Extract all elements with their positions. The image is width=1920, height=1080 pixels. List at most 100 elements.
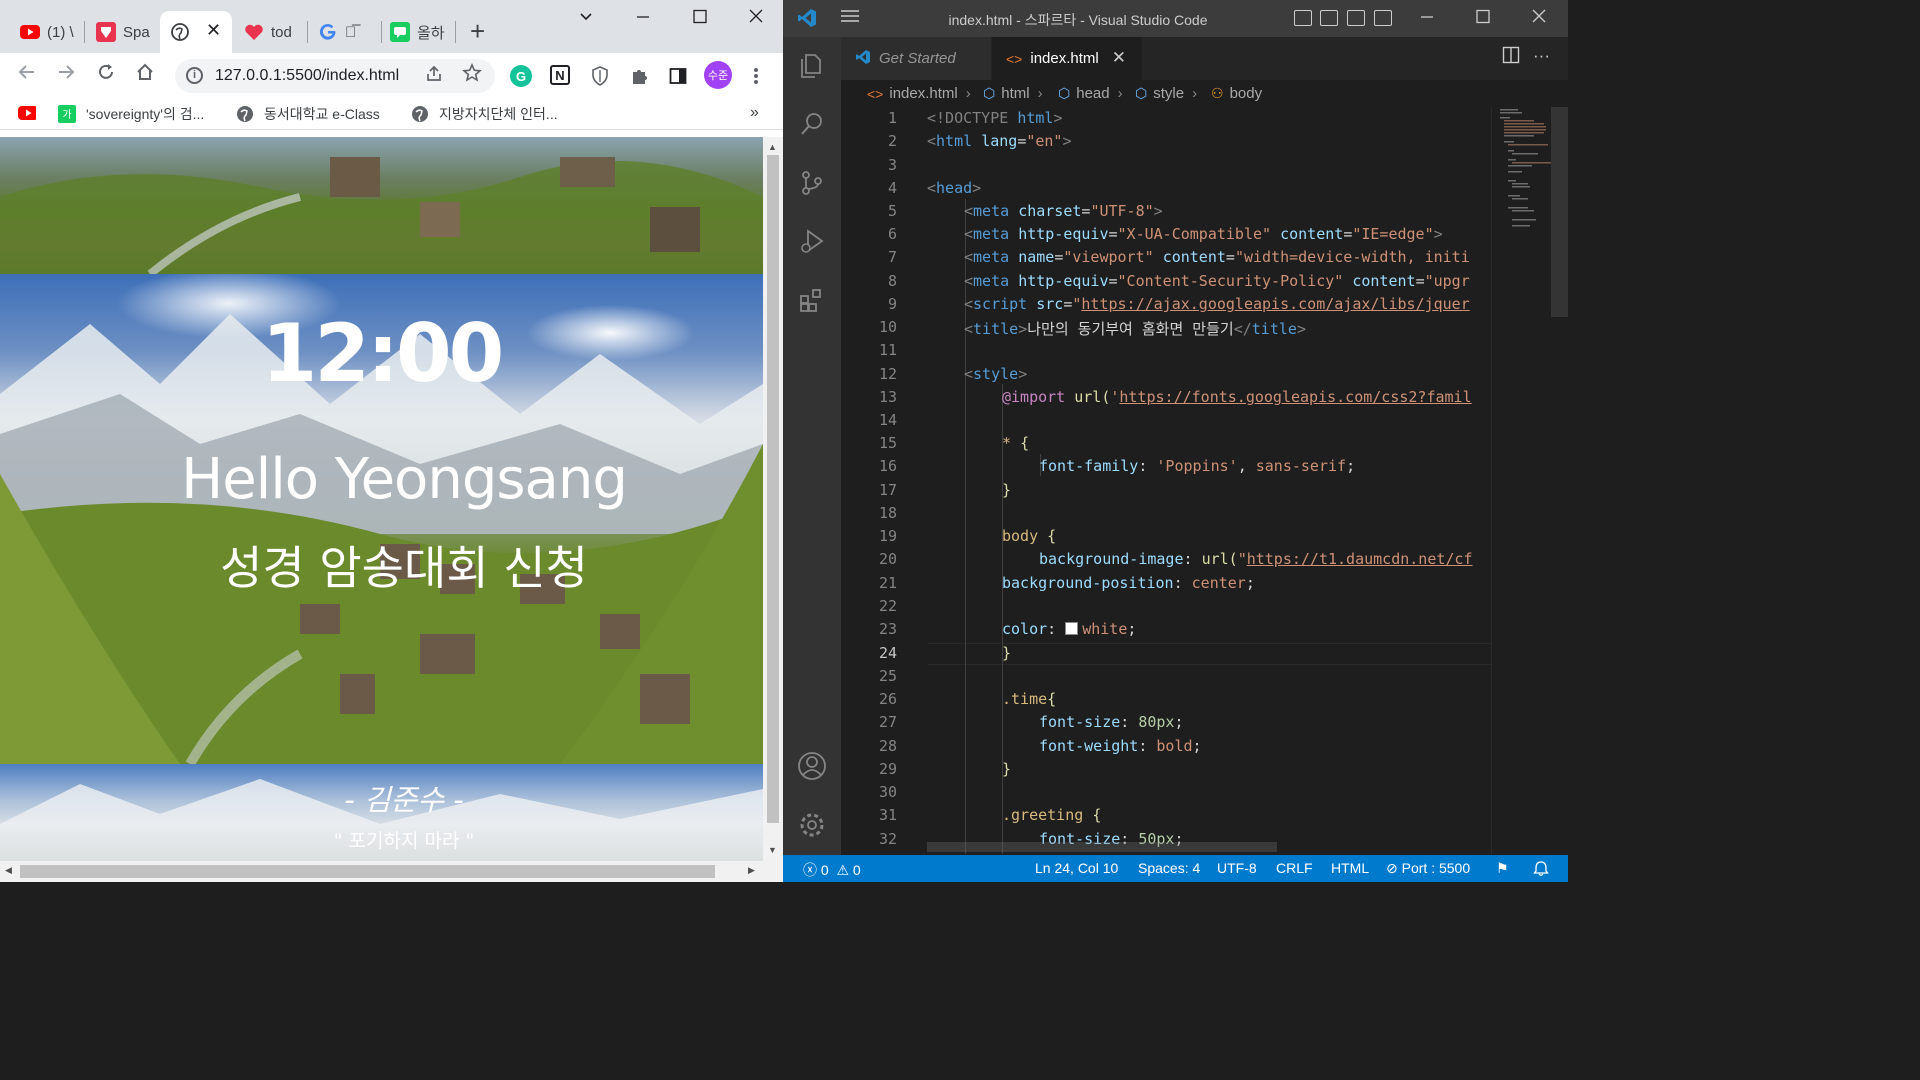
back-icon[interactable] [17,62,37,88]
bookmark-eclass[interactable]: 동서대학교 e-Class [236,104,380,124]
page-vertical-scrollbar[interactable]: ▲ ▼ [763,137,783,861]
line-number: 31 [878,806,897,824]
manage-gear-icon[interactable] [797,810,827,840]
subtitle-text: 성경 암송대회 신청 [220,541,588,595]
tab-close-icon[interactable]: ✕ [206,20,221,41]
site-info-icon[interactable]: i [186,67,203,84]
browser-tab-todo[interactable]: tod [234,11,304,53]
code-line-4: <head> [927,179,982,197]
google-icon [318,22,338,42]
scroll-up-icon[interactable]: ▲ [768,142,777,152]
breadcrumb-item-body[interactable]: ⚇ body [1211,85,1262,102]
shield-icon[interactable] [589,65,611,87]
no-entry-icon: ⊘ [1386,860,1398,876]
side-panel-icon[interactable] [667,65,689,87]
minimap[interactable] [1491,107,1552,854]
scrollbar-thumb[interactable] [20,865,715,878]
toggle-sidebar-icon[interactable] [1294,10,1312,26]
code-editor[interactable]: <!DOCTYPE html> <html lang="en"> <head> … [927,107,1492,854]
editor-vertical-scrollbar[interactable] [1551,107,1568,854]
close-tab-icon[interactable]: ✕ [1112,48,1126,68]
symbol-class-icon: ⚇ [1211,85,1224,101]
forward-icon[interactable] [56,62,76,88]
browser-tab-label: (1) \ [47,23,74,41]
line-number: 25 [878,667,897,685]
cursor-position[interactable]: Ln 24, Col 10 [1035,860,1118,876]
explorer-icon[interactable] [797,50,827,80]
split-editor-icon[interactable] [1502,46,1520,69]
maximize-icon[interactable] [692,8,708,29]
bookmark-youtube[interactable] [18,104,46,122]
code-line-13: @import url('https://fonts.googleapis.co… [1002,388,1472,406]
search-icon[interactable] [797,109,827,139]
tab-search-icon[interactable] [578,8,594,29]
clock-time: 12:00 [261,307,505,400]
maximize-icon[interactable] [1475,8,1491,29]
toggle-panel-icon[interactable] [1320,10,1338,26]
notifications-bell-icon[interactable] [1533,860,1549,879]
background-image-top [0,137,763,274]
browser-tab-sparta[interactable]: Spa [88,11,158,53]
home-icon[interactable] [135,62,155,88]
browser-tab-chat[interactable]: 올하 [382,11,452,53]
minimize-icon[interactable] [1419,8,1435,29]
scroll-right-icon[interactable]: ▶ [748,865,755,876]
breadcrumb-item-style[interactable]: ⬡ style › [1135,85,1197,102]
scroll-down-icon[interactable]: ▼ [768,845,777,855]
breadcrumb-item-head[interactable]: ⬡ head › [1058,85,1123,102]
line-number: 2 [887,132,897,150]
indentation[interactable]: Spaces: 4 [1138,860,1200,876]
reload-icon[interactable] [96,62,116,88]
problems-indicator[interactable]: ⓧ 0 ⚠ 0 [803,860,861,880]
line-number: 1 [887,109,897,127]
customize-layout-icon[interactable] [1374,10,1392,26]
browser-tab-active[interactable] [160,11,232,53]
globe-icon [411,105,429,123]
page-horizontal-scrollbar[interactable]: ◀ ▶ [0,861,783,882]
quote-author: - 김준수 - [344,783,464,817]
new-tab-button[interactable]: + [470,18,485,44]
extensions-puzzle-icon[interactable] [628,65,650,87]
live-server-port[interactable]: ⊘ Port : 5500 [1386,860,1470,877]
more-actions-icon[interactable]: ··· [1533,46,1550,66]
line-number: 24 [878,644,897,662]
color-swatch[interactable] [1065,622,1079,635]
end-of-line[interactable]: CRLF [1276,860,1313,876]
scrollbar-thumb[interactable] [1551,107,1568,317]
close-icon[interactable] [1531,8,1547,29]
grammarly-icon[interactable]: G [510,65,532,87]
language-mode[interactable]: HTML [1331,860,1369,876]
code-line-9: <script src="https://ajax.googleapis.com… [964,295,1470,313]
browser-tab-youtube[interactable]: (1) \ [8,11,80,53]
bookmark-sovereignty[interactable]: 가 'sovereignty'의 검... [58,104,204,124]
scroll-left-icon[interactable]: ◀ [5,865,12,876]
accounts-icon[interactable] [797,751,827,781]
profile-avatar[interactable]: 수준 [704,61,732,89]
toggle-secondary-sidebar-icon[interactable] [1347,10,1365,26]
address-bar[interactable]: i 127.0.0.1:5500/index.html [175,59,495,93]
feedback-icon[interactable]: ⚑ [1496,860,1509,877]
breadcrumb-item-html[interactable]: ⬡ html › [983,85,1043,102]
minimize-icon[interactable] [635,8,651,29]
editor-horizontal-scrollbar[interactable] [927,842,1277,852]
line-number: 8 [887,272,897,290]
scrollbar-thumb[interactable] [767,155,779,823]
run-debug-icon[interactable] [797,226,827,256]
bookmark-local-gov[interactable]: 지방자치단체 인터... [411,104,558,124]
bookmark-star-icon[interactable] [462,63,482,89]
browser-tab-google[interactable]: 그̅ [308,11,378,53]
extensions-icon[interactable] [797,285,827,315]
line-number: 20 [878,550,897,568]
chrome-menu-icon[interactable] [745,65,767,87]
chrome-toolbar: i 127.0.0.1:5500/index.html G N 수준 [0,53,783,98]
tab-get-started[interactable]: Get Started [841,37,991,80]
share-icon[interactable] [425,65,443,88]
encoding[interactable]: UTF-8 [1217,860,1257,876]
bookmarks-overflow-button[interactable]: » [750,104,759,122]
close-icon[interactable] [748,8,764,29]
bookmarks-bar: 가 'sovereignty'의 검... 동서대학교 e-Class 지방자치… [0,98,783,130]
source-control-icon[interactable] [797,168,827,198]
notion-icon[interactable]: N [550,65,570,85]
tab-index-html[interactable]: <> index.html ✕ [992,37,1142,80]
breadcrumb-item-file[interactable]: <> index.html › [867,85,971,102]
